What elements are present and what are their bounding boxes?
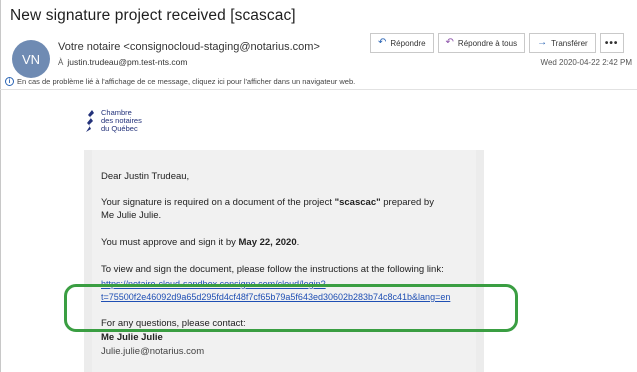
sender-address[interactable]: Votre notaire <consignocloud-staging@not… — [58, 41, 320, 53]
logo-text: Chambre des notaires du Québec — [101, 108, 142, 133]
reply-icon: ↶ — [378, 37, 387, 48]
info-icon: i — [5, 77, 14, 86]
reply-button[interactable]: ↶ Répondre — [370, 33, 434, 53]
paragraph-deadline: You must approve and sign it by May 22, … — [101, 237, 300, 248]
contact-name: Me Julie Julie — [101, 332, 163, 343]
sender-avatar[interactable]: VN — [12, 40, 50, 78]
greeting: Dear Justin Trudeau, — [101, 171, 190, 182]
to-label: À — [58, 57, 64, 67]
reply-all-icon: ↶ — [445, 37, 454, 48]
forward-icon: → — [537, 37, 548, 48]
info-message[interactable]: En cas de problème lié à l'affichage de … — [17, 77, 355, 86]
email-subject: New signature project received [scascac] — [10, 7, 296, 24]
recipient-line: À justin.trudeau@pm.test-nts.com — [58, 57, 187, 67]
email-body-card: Dear Justin Trudeau, Your signature is r… — [84, 150, 484, 372]
forward-button[interactable]: → Transférer — [529, 33, 596, 53]
paragraph-prepared-by: Me Julie Julie. — [101, 210, 162, 221]
project-name: "scascac" — [334, 197, 381, 208]
link-highlight-annotation — [64, 284, 518, 332]
message-actions-toolbar: ↶ Répondre ↶ Répondre à tous → Transfére… — [370, 33, 624, 53]
paragraph-signature-required: Your signature is required on a document… — [101, 197, 434, 208]
chambre-notaires-logo: Chambre des notaires du Québec — [85, 109, 142, 133]
window-border — [0, 0, 1, 372]
header-divider — [0, 89, 637, 90]
contact-email[interactable]: Julie.julie@notarius.com — [101, 346, 204, 358]
email-body: Dear Justin Trudeau, Your signature is r… — [92, 150, 476, 372]
reply-all-button[interactable]: ↶ Répondre à tous — [437, 33, 526, 53]
avatar-initials: VN — [21, 51, 41, 67]
more-actions-button[interactable]: ••• — [599, 33, 624, 53]
logo-mark-icon — [86, 110, 94, 132]
info-bar[interactable]: i En cas de problème lié à l'affichage d… — [5, 77, 355, 86]
recipient-address[interactable]: justin.trudeau@pm.test-nts.com — [67, 57, 187, 67]
more-icon: ••• — [604, 37, 619, 49]
sent-date: Wed 2020-04-22 2:42 PM — [540, 58, 632, 67]
deadline-date: May 22, 2020 — [238, 237, 297, 248]
paragraph-instructions: To view and sign the document, please fo… — [101, 264, 444, 275]
